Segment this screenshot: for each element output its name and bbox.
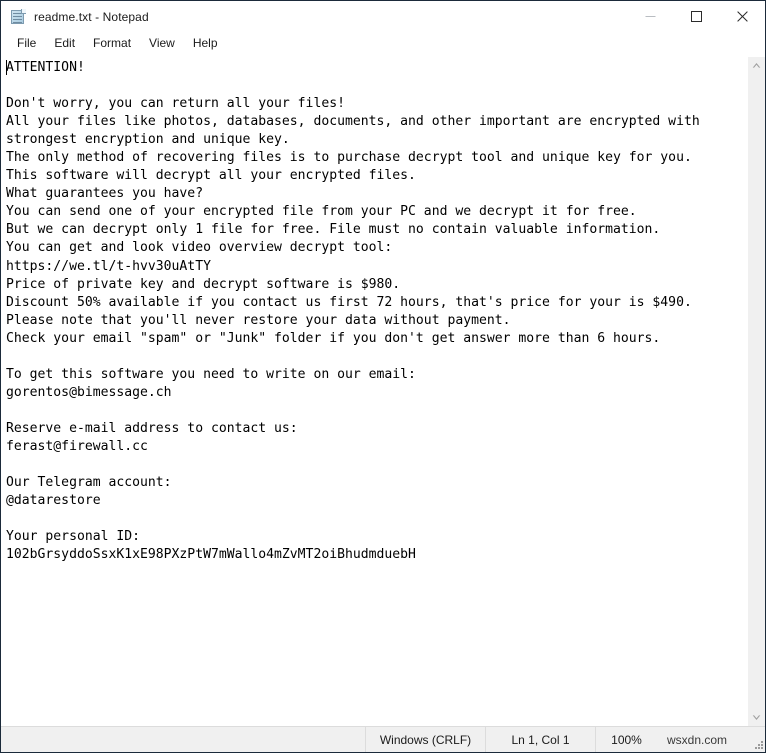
text-editor[interactable]: ATTENTION! Don't worry, you can return a… [1,57,747,726]
notepad-icon [10,8,26,25]
status-bar: Windows (CRLF) Ln 1, Col 1 100% wsxdn.co… [1,726,765,752]
close-icon [736,11,748,22]
minimize-icon [645,16,655,17]
chevron-down-icon [752,715,761,720]
status-zoom-level: 100% [595,727,657,752]
menu-bar: File Edit Format View Help [1,32,765,56]
menu-item-view[interactable]: View [140,33,184,55]
maximize-button[interactable] [673,1,719,32]
text-caret [6,60,7,75]
title-bar[interactable]: readme.txt - Notepad [1,1,765,32]
menu-item-file[interactable]: File [8,33,45,55]
menu-item-format[interactable]: Format [84,33,140,55]
window-title: readme.txt - Notepad [34,9,149,24]
notepad-window: readme.txt - Notepad File Edit Format Vi… [0,0,766,753]
watermark-text: wsxdn.com [667,732,728,747]
scrollbar-track[interactable] [748,74,765,709]
maximize-icon [690,11,702,22]
vertical-scrollbar[interactable] [747,57,765,726]
menu-item-edit[interactable]: Edit [45,33,84,55]
minimize-button[interactable] [627,1,673,32]
scroll-down-button[interactable] [748,709,765,726]
scroll-up-button[interactable] [748,57,765,74]
title-bar-left: readme.txt - Notepad [1,8,627,25]
document-text[interactable]: ATTENTION! Don't worry, you can return a… [1,57,747,564]
menu-item-help[interactable]: Help [184,33,227,55]
watermark: wsxdn.com [657,727,765,752]
caption-buttons [627,1,765,32]
status-cursor-position: Ln 1, Col 1 [485,727,595,752]
close-button[interactable] [719,1,765,32]
status-line-ending: Windows (CRLF) [365,727,485,752]
chevron-up-icon [752,63,761,68]
editor-region: ATTENTION! Don't worry, you can return a… [1,56,765,726]
status-bar-spacer [1,727,365,752]
resize-grip-icon[interactable] [753,739,763,749]
